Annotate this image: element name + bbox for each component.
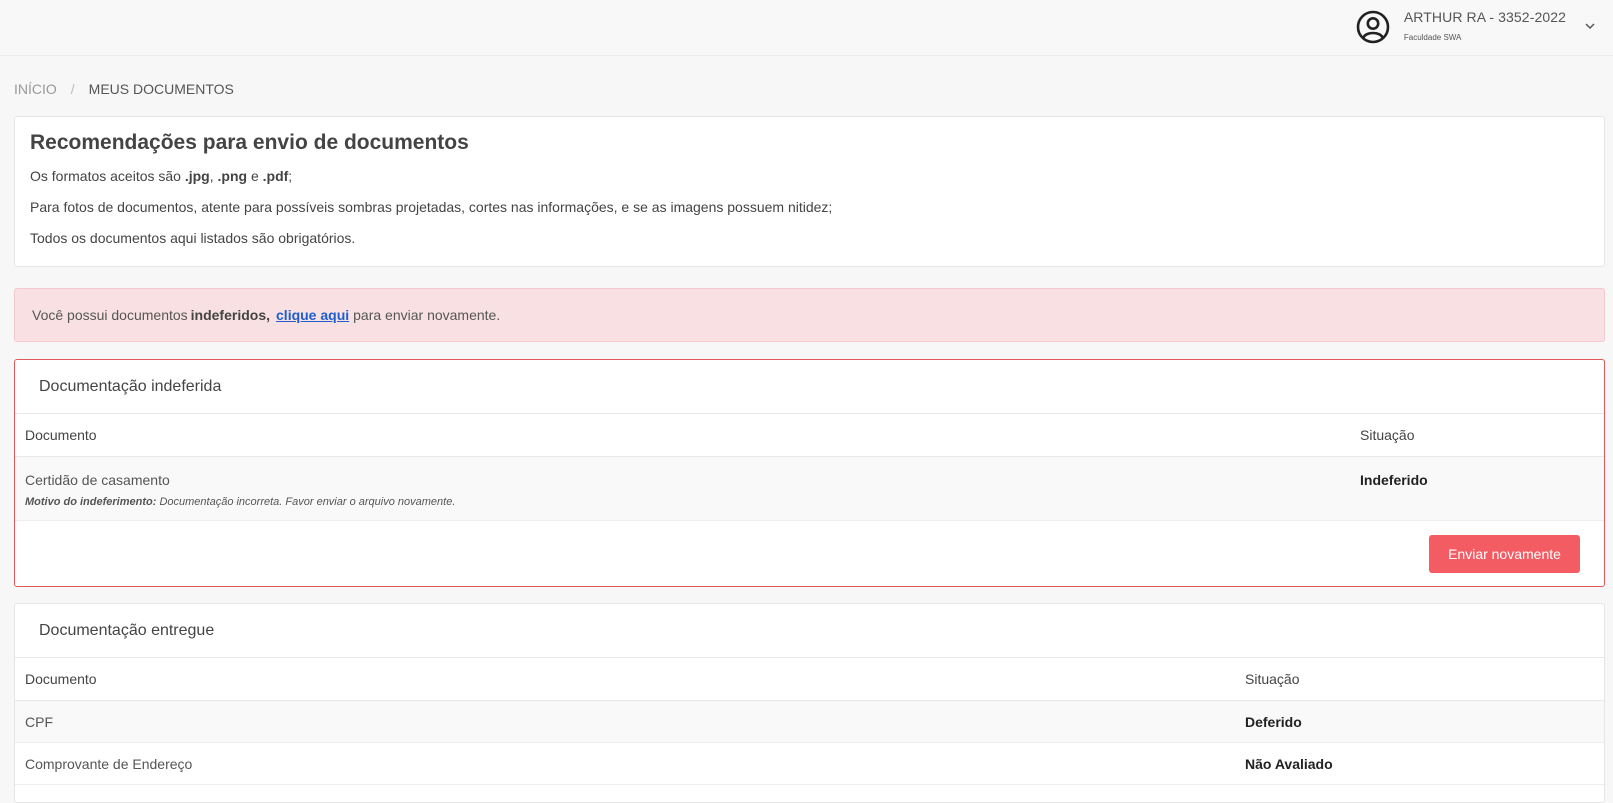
format-jpg: .jpg [184,168,210,184]
document-cell: CPF [25,713,53,730]
delivered-table-header: Documento Situação [15,658,1604,701]
formats-end: ; [288,168,293,184]
col-document: Documento [25,427,97,443]
user-institution: Faculdade SWA [1403,32,1462,42]
rejected-panel-title: Documentação indeferida [15,360,1604,414]
resend-link[interactable]: clique aqui [276,307,349,323]
formats-prefix: Os formatos aceitos são [30,168,185,184]
breadcrumb: INÍCIO / MEUS DOCUMENTOS [14,81,234,97]
status-cell: Não Avaliado [1245,755,1333,772]
delivered-panel-title: Documentação entregue [15,604,1604,658]
recommendations-card: Recomendações para envio de documentos O… [14,116,1605,267]
status-cell: Deferido [1245,713,1302,730]
col-status: Situação [1245,671,1300,687]
col-document: Documento [25,671,97,687]
format-png: .png [217,168,248,184]
chevron-down-icon[interactable] [1584,20,1596,32]
rejected-alert: Você possui documentos indeferidos, cliq… [14,288,1605,342]
delivered-documents-panel: Documentação entregue Documento Situação… [14,603,1605,803]
breadcrumb-current: MEUS DOCUMENTOS [88,81,234,97]
document-cell: Certidão de casamento Motivo do indeferi… [15,472,1360,520]
user-name: ARTHUR RA - 3352-2022 [1403,8,1566,25]
rejected-actions: Enviar novamente [15,521,1604,587]
breadcrumb-separator: / [70,81,75,97]
document-cell: Comprovante de Endereço [25,755,193,772]
reason-text: Documentação incorreta. Favor enviar o a… [156,496,456,508]
table-row: Comprovante de Endereço Não Avaliado [15,743,1604,785]
table-row: CPF Deferido [15,701,1604,743]
recommendations-title: Recomendações para envio de documentos [30,131,469,154]
resend-button[interactable]: Enviar novamente [1429,535,1580,573]
rejected-table-header: Documento Situação [15,414,1604,457]
reason-label: Motivo do indeferimento: [25,496,157,508]
required-text: Todos os documentos aqui listados são ob… [30,230,356,246]
alert-prefix: Você possui documentos [32,307,188,323]
alert-bold: indeferidos, [190,307,271,323]
photos-text: Para fotos de documentos, atente para po… [30,199,833,215]
formats-and: e [247,168,263,184]
rejected-documents-panel: Documentação indeferida Documento Situaç… [14,359,1605,587]
formats-comma: , [209,168,218,184]
formats-text: Os formatos aceitos são .jpg, .png e .pd… [30,168,1589,184]
document-name: Certidão de casamento [25,472,170,488]
format-pdf: .pdf [262,168,289,184]
alert-suffix: para enviar novamente. [353,307,501,323]
table-row: Certidão de casamento Motivo do indeferi… [15,457,1604,521]
user-avatar-icon [1356,10,1390,44]
top-bar: ARTHUR RA - 3352-2022 Faculdade SWA [0,0,1613,56]
status-cell: Indeferido [1360,472,1428,488]
breadcrumb-home[interactable]: INÍCIO [14,81,57,97]
col-status: Situação [1360,427,1415,443]
rejection-reason: Motivo do indeferimento: Documentação in… [25,496,1360,508]
user-info: ARTHUR RA - 3352-2022 Faculdade SWA [1404,9,1566,42]
user-menu[interactable]: ARTHUR RA - 3352-2022 Faculdade SWA [1356,0,1613,56]
